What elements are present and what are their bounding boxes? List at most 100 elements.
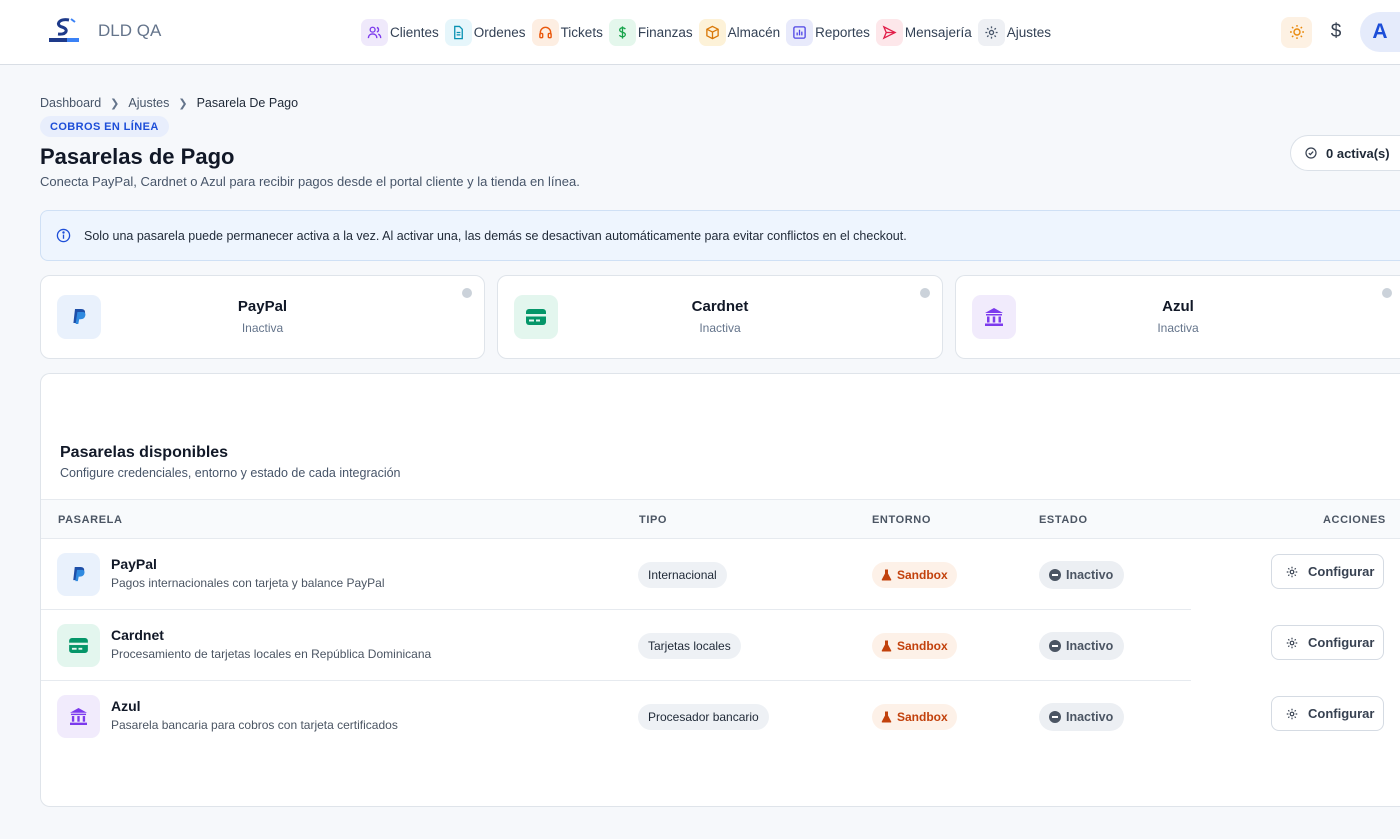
card-name: Azul [1162,298,1194,315]
gateway-description: Procesamiento de tarjetas locales en Rep… [111,647,432,661]
skylink-logo[interactable] [47,17,81,45]
gear-icon [1286,637,1298,648]
configure-button[interactable]: Configurar [1271,554,1384,589]
top-right-actions: $ A [1281,12,1400,52]
minus-circle-icon [1049,711,1061,723]
breadcrumb-dashboard[interactable]: Dashboard [40,96,101,110]
gear-icon [977,18,1005,46]
send-icon [875,18,903,46]
summary-card-azul[interactable]: Azul Inactiva [955,275,1400,359]
status-dot [462,288,472,298]
minus-circle-icon [1049,569,1061,581]
status-badge: Inactivo [1039,632,1125,660]
nav-label: Ajustes [1006,24,1051,40]
card-name: Cardnet [691,298,749,315]
column-header-pasarela: PASARELA [58,514,123,526]
configure-label: Configurar [1308,635,1375,650]
gateway-description: Pasarela bancaria para cobros con tarjet… [111,718,398,732]
panel-title: Pasarelas disponibles [60,444,229,461]
summary-card-paypal[interactable]: PayPal Inactiva [40,275,485,359]
breadcrumb-ajustes[interactable]: Ajustes [128,96,169,110]
flask-icon [881,569,892,581]
configure-label: Configurar [1308,706,1375,721]
gear-icon [1286,566,1298,577]
environment-label: Sandbox [897,568,948,582]
tipo-badge: Internacional [638,562,727,588]
chevron-right-icon: ❯ [178,97,188,110]
bank-icon [57,695,100,738]
gateways-panel: Pasarelas disponibles Configure credenci… [40,373,1400,807]
currency-button[interactable]: $ [1322,17,1350,48]
column-header-entorno: ENTORNO [872,514,932,526]
environment-label: Sandbox [897,639,948,653]
card-status: Inactiva [699,321,741,335]
configure-button[interactable]: Configurar [1271,696,1384,731]
tipo-badge: Procesador bancario [638,704,769,730]
paypal-icon [57,553,100,596]
status-badge: Inactivo [1039,703,1125,731]
configure-label: Configurar [1308,564,1375,579]
configure-button[interactable]: Configurar [1271,625,1384,660]
card-status: Inactiva [1157,321,1199,335]
app-name[interactable]: DLD QA [98,21,161,41]
chevron-right-icon: ❯ [110,97,120,110]
tipo-badge: Tarjetas locales [638,633,741,659]
panel-subtitle: Configure credenciales, entorno y estado… [60,466,401,480]
box-icon [698,18,726,46]
gateway-name: PayPal [111,556,157,572]
breadcrumb-current: Pasarela De Pago [196,96,299,110]
info-banner-text: Solo una pasarela puede permanecer activ… [84,228,907,243]
table-header: PASARELA TIPO ENTORNO ESTADO ACCIONES [41,499,1400,539]
table-row: Cardnet Procesamiento de tarjetas locale… [41,610,1400,681]
section-chip: COBROS EN LÍNEA [40,116,169,137]
sun-icon [1289,25,1304,39]
nav-item-tickets[interactable]: Tickets [531,18,603,46]
gateway-name: Cardnet [111,627,164,643]
page-title: Pasarelas de Pago [40,144,235,169]
active-count-badge: 0 activa(s) [1290,135,1400,171]
card-name: PayPal [237,298,288,315]
headset-icon [531,18,559,46]
environment-badge: Sandbox [872,562,957,588]
nav-item-ordenes[interactable]: Ordenes [444,18,526,46]
status-badge: Inactivo [1039,561,1125,589]
card-status: Inactiva [241,321,284,335]
nav-item-finanzas[interactable]: Finanzas [608,18,693,46]
nav-label: Almacén [727,24,781,40]
info-icon [56,228,71,243]
breadcrumb: Dashboard ❯ Ajustes ❯ Pasarela De Pago [40,96,298,110]
gear-icon [1286,708,1298,719]
column-header-tipo: TIPO [639,514,668,526]
credit-card-icon [57,624,100,667]
user-avatar[interactable]: A [1360,12,1400,52]
summary-card-cardnet[interactable]: Cardnet Inactiva [497,275,943,359]
nav-label: Reportes [815,24,870,40]
table-row: Azul Pasarela bancaria para cobros con t… [41,681,1400,752]
dollar-icon [608,18,636,46]
minus-circle-icon [1049,640,1061,652]
nav-item-almacen[interactable]: Almacén [698,18,781,46]
status-label: Inactivo [1066,639,1114,653]
nav-label: Mensajería [904,24,972,40]
environment-badge: Sandbox [872,704,957,730]
status-label: Inactivo [1066,710,1114,724]
environment-label: Sandbox [897,710,948,724]
nav-item-mensajeria[interactable]: Mensajería [875,18,972,46]
info-banner: Solo una pasarela puede permanecer activ… [40,210,1400,261]
gateway-name: Azul [111,698,141,714]
nav-item-reportes[interactable]: Reportes [786,18,870,46]
nav-label: Finanzas [637,24,693,40]
flask-icon [881,711,892,723]
status-dot [920,288,930,298]
document-icon [444,18,472,46]
nav-item-ajustes[interactable]: Ajustes [977,18,1051,46]
nav-item-clientes[interactable]: Clientes [361,18,439,46]
environment-badge: Sandbox [872,633,957,659]
status-label: Inactivo [1066,568,1114,582]
nav-label: Tickets [560,24,603,40]
theme-toggle-button[interactable] [1281,16,1312,48]
column-header-acciones: ACCIONES [1323,514,1386,526]
status-dot [1382,288,1392,298]
nav-label: Clientes [390,24,439,40]
column-header-estado: ESTADO [1039,514,1088,526]
